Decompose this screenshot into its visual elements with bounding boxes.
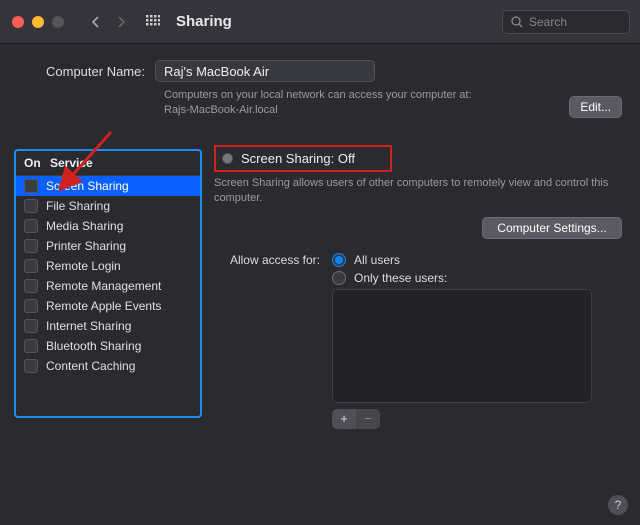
status-indicator-icon <box>222 153 233 164</box>
service-row[interactable]: File Sharing <box>16 196 200 216</box>
help-button[interactable]: ? <box>608 495 628 515</box>
service-status: Screen Sharing: Off <box>214 145 392 172</box>
radio-only-these-users[interactable] <box>332 271 346 285</box>
grid-icon <box>146 15 160 29</box>
radio-all-users-label: All users <box>354 253 400 267</box>
edit-hostname-button[interactable]: Edit... <box>569 96 622 118</box>
zoom-window-button[interactable] <box>52 16 64 28</box>
show-all-button[interactable] <box>140 10 166 34</box>
service-label: Media Sharing <box>46 219 123 233</box>
services-sidebar: On Service Screen Sharing File Sharing Med… <box>14 149 202 418</box>
computer-name-label: Computer Name: <box>46 64 145 79</box>
service-enable-checkbox[interactable] <box>24 339 38 353</box>
service-label: Remote Login <box>46 259 121 273</box>
service-row[interactable]: Media Sharing <box>16 216 200 236</box>
service-enable-checkbox[interactable] <box>24 299 38 313</box>
service-label: Screen Sharing <box>46 179 129 193</box>
service-enable-checkbox[interactable] <box>24 319 38 333</box>
remove-user-button[interactable]: − <box>356 409 380 429</box>
col-on-header: On <box>24 156 50 170</box>
radio-all-users[interactable] <box>332 253 346 267</box>
service-label: Printer Sharing <box>46 239 126 253</box>
chevron-right-icon <box>117 16 126 28</box>
add-user-button[interactable]: + <box>332 409 356 429</box>
search-placeholder: Search <box>529 15 567 29</box>
window-controls <box>12 16 64 28</box>
service-enable-checkbox[interactable] <box>24 179 38 193</box>
computer-name-value: Raj's MacBook Air <box>164 64 269 79</box>
search-icon <box>511 16 523 28</box>
service-enable-checkbox[interactable] <box>24 259 38 273</box>
services-header: On Service <box>16 151 200 176</box>
close-window-button[interactable] <box>12 16 24 28</box>
service-label: Bluetooth Sharing <box>46 339 141 353</box>
window-title: Sharing <box>176 13 232 30</box>
service-enable-checkbox[interactable] <box>24 199 38 213</box>
service-label: Internet Sharing <box>46 319 131 333</box>
service-row[interactable]: Remote Management <box>16 276 200 296</box>
minimize-window-button[interactable] <box>32 16 44 28</box>
service-detail: Screen Sharing: Off Screen Sharing allow… <box>214 149 626 429</box>
search-input[interactable]: Search <box>502 10 630 34</box>
service-row[interactable]: Screen Sharing <box>16 176 200 196</box>
service-row[interactable]: Printer Sharing <box>16 236 200 256</box>
back-button[interactable] <box>82 10 108 34</box>
network-info: Computers on your local network can acce… <box>164 88 494 119</box>
radio-only-these-users-label: Only these users: <box>354 271 447 285</box>
service-label: Content Caching <box>46 359 135 373</box>
service-row[interactable]: Remote Apple Events <box>16 296 200 316</box>
service-row[interactable]: Remote Login <box>16 256 200 276</box>
service-enable-checkbox[interactable] <box>24 239 38 253</box>
service-label: File Sharing <box>46 199 110 213</box>
titlebar: Sharing Search <box>0 0 640 44</box>
service-enable-checkbox[interactable] <box>24 359 38 373</box>
chevron-left-icon <box>91 16 100 28</box>
service-description: Screen Sharing allows users of other com… <box>214 176 614 207</box>
computer-name-input[interactable]: Raj's MacBook Air <box>155 60 375 82</box>
status-text: Screen Sharing: Off <box>241 151 355 166</box>
service-row[interactable]: Content Caching <box>16 356 200 376</box>
service-row[interactable]: Bluetooth Sharing <box>16 336 200 356</box>
service-enable-checkbox[interactable] <box>24 219 38 233</box>
service-label: Remote Apple Events <box>46 299 161 313</box>
service-enable-checkbox[interactable] <box>24 279 38 293</box>
service-label: Remote Management <box>46 279 161 293</box>
service-row[interactable]: Internet Sharing <box>16 316 200 336</box>
computer-settings-button[interactable]: Computer Settings... <box>482 217 622 239</box>
forward-button[interactable] <box>108 10 134 34</box>
users-list[interactable] <box>332 289 592 403</box>
allow-access-label: Allow access for: <box>214 253 320 429</box>
col-service-header: Service <box>50 156 93 170</box>
